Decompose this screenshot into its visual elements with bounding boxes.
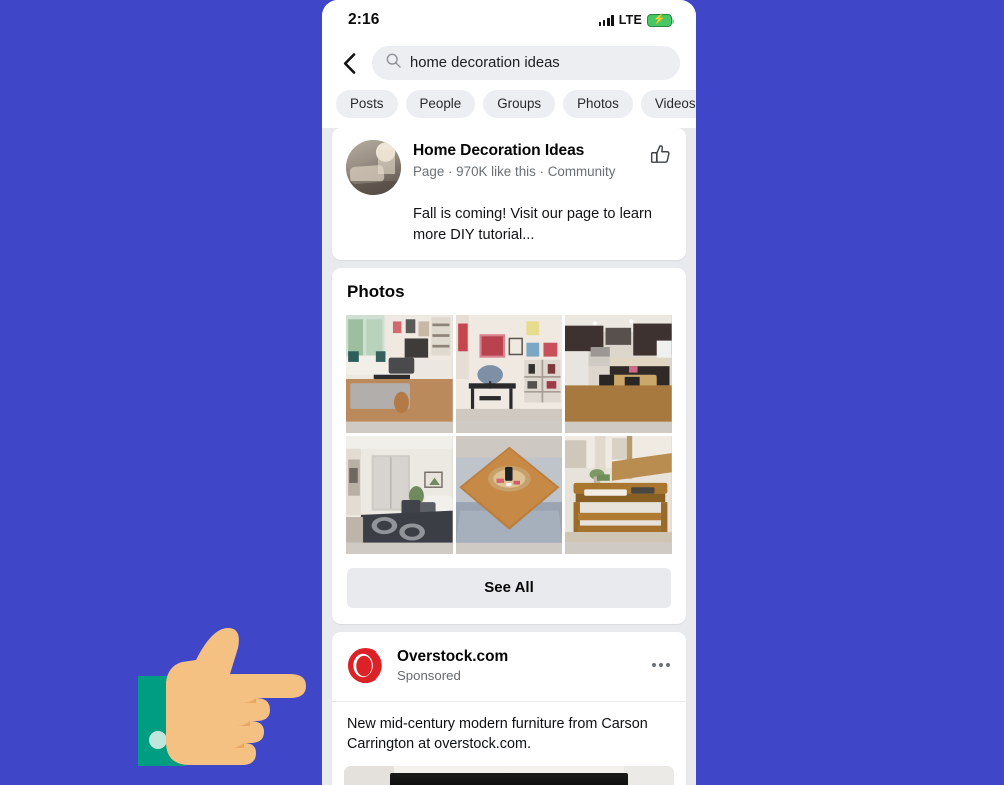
chip-videos[interactable]: Videos <box>640 90 696 119</box>
search-row: home decoration ideas <box>322 40 696 90</box>
chip-groups[interactable]: Groups <box>483 90 556 119</box>
page-result-meta: Home Decoration Ideas Page · 970K like t… <box>413 140 630 180</box>
filter-chip-row[interactable]: Posts People Groups Photos Videos Pa <box>322 90 696 129</box>
phone-screen: 2:16 LTE ⚡ home decoration ideas Posts P <box>322 0 696 785</box>
photo-thumbnail[interactable] <box>455 435 563 554</box>
photo-grid <box>332 314 686 554</box>
photo-thumbnail[interactable] <box>346 314 453 433</box>
sponsored-label: Sponsored <box>397 668 461 684</box>
thumbs-up-icon[interactable] <box>642 140 672 166</box>
chip-posts[interactable]: Posts <box>336 90 398 119</box>
page-subtitle: Page · 970K like this · Community <box>413 163 616 179</box>
sponsored-advertiser-name[interactable]: Overstock.com <box>397 648 640 666</box>
page-result-card[interactable]: Home Decoration Ideas Page · 970K like t… <box>332 128 686 260</box>
photo-thumbnail[interactable] <box>455 314 563 433</box>
sponsored-media-image[interactable] <box>344 765 674 785</box>
chip-people[interactable]: People <box>405 90 476 119</box>
pointing-hand-icon <box>138 622 310 785</box>
photo-thumbnail[interactable] <box>346 435 453 554</box>
avatar <box>346 140 401 196</box>
battery-charging-icon: ⚡ <box>647 13 675 27</box>
sponsored-post-card: Overstock.com Sponsored New mid-century … <box>332 631 686 785</box>
status-indicators: LTE ⚡ <box>598 13 675 27</box>
sponsored-meta: Overstock.com Sponsored <box>397 648 640 683</box>
page-title: Home Decoration Ideas <box>413 142 585 160</box>
sponsored-header: Overstock.com Sponsored <box>332 632 686 701</box>
overstock-logo-icon[interactable] <box>346 646 386 685</box>
back-chevron-icon[interactable] <box>336 48 362 78</box>
status-time: 2:16 <box>348 11 380 28</box>
search-input[interactable]: home decoration ideas <box>372 46 680 80</box>
page-snippet: Fall is coming! Visit our page to learn … <box>413 206 653 244</box>
see-all-button[interactable]: See All <box>347 567 671 608</box>
photos-card: Photos See All <box>332 267 686 624</box>
photo-thumbnail[interactable] <box>565 435 672 554</box>
photos-section-title: Photos <box>347 281 405 301</box>
search-icon <box>386 53 401 73</box>
search-query-text: home decoration ideas <box>410 55 560 71</box>
photo-thumbnail[interactable] <box>565 314 672 433</box>
status-bar: 2:16 LTE ⚡ <box>322 0 696 40</box>
see-all-wrapper: See All <box>332 554 686 624</box>
network-label: LTE <box>618 13 642 27</box>
cellular-bars-icon <box>598 15 614 26</box>
more-options-icon[interactable] <box>652 663 672 668</box>
page-result-header: Home Decoration Ideas Page · 970K like t… <box>346 140 672 196</box>
search-results-feed: Home Decoration Ideas Page · 970K like t… <box>322 128 696 785</box>
chip-photos[interactable]: Photos <box>563 90 633 119</box>
sponsored-body-text: New mid-century modern furniture from Ca… <box>332 700 686 766</box>
